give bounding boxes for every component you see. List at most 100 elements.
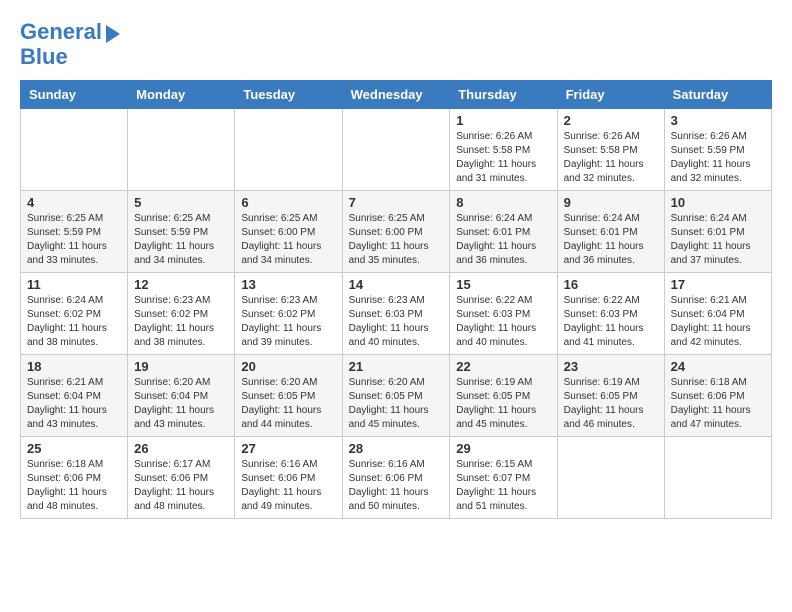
day-info: Sunrise: 6:16 AM Sunset: 6:06 PM Dayligh… — [241, 458, 335, 514]
day-info: Sunrise: 6:22 AM Sunset: 6:03 PM Dayligh… — [456, 294, 550, 350]
col-header-monday: Monday — [128, 81, 235, 109]
day-info: Sunrise: 6:25 AM Sunset: 6:00 PM Dayligh… — [241, 212, 335, 268]
day-number: 7 — [349, 195, 444, 210]
day-info: Sunrise: 6:23 AM Sunset: 6:02 PM Dayligh… — [134, 294, 228, 350]
calendar-cell: 15 Sunrise: 6:22 AM Sunset: 6:03 PM Dayli… — [450, 273, 557, 355]
day-info: Sunrise: 6:24 AM Sunset: 6:01 PM Dayligh… — [456, 212, 550, 268]
day-number: 17 — [671, 277, 765, 292]
calendar-cell: 25Sunrise: 6:18 AM Sunset: 6:06 PM Dayli… — [21, 437, 128, 519]
day-info: Sunrise: 6:25 AM Sunset: 5:59 PM Dayligh… — [134, 212, 228, 268]
day-info: Sunrise: 6:20 AM Sunset: 6:05 PM Dayligh… — [241, 376, 335, 432]
calendar-week-4: 18 Sunrise: 6:21 AM Sunset: 6:04 PM Dayli… — [21, 355, 772, 437]
calendar-cell: 8 Sunrise: 6:24 AM Sunset: 6:01 PM Daylig… — [450, 191, 557, 273]
calendar-cell: 19 Sunrise: 6:20 AM Sunset: 6:04 PM Dayli… — [128, 355, 235, 437]
day-info: Sunrise: 6:23 AM Sunset: 6:03 PM Dayligh… — [349, 294, 444, 350]
day-number: 16 — [564, 277, 658, 292]
day-number: 2 — [564, 113, 658, 128]
calendar-cell: 21Sunrise: 6:20 AM Sunset: 6:05 PM Dayli… — [342, 355, 450, 437]
day-info: Sunrise: 6:19 AM Sunset: 6:05 PM Dayligh… — [456, 376, 550, 432]
day-number: 27 — [241, 441, 335, 456]
day-number: 12 — [134, 277, 228, 292]
day-number: 22 — [456, 359, 550, 374]
day-number: 26 — [134, 441, 228, 456]
calendar-cell: 3Sunrise: 6:26 AM Sunset: 5:59 PM Daylig… — [664, 109, 771, 191]
day-info: Sunrise: 6:24 AM Sunset: 6:01 PM Dayligh… — [564, 212, 658, 268]
col-header-thursday: Thursday — [450, 81, 557, 109]
day-info: Sunrise: 6:17 AM Sunset: 6:06 PM Dayligh… — [134, 458, 228, 514]
day-info: Sunrise: 6:20 AM Sunset: 6:04 PM Dayligh… — [134, 376, 228, 432]
calendar-cell: 13 Sunrise: 6:23 AM Sunset: 6:02 PM Dayli… — [235, 273, 342, 355]
day-number: 13 — [241, 277, 335, 292]
col-header-friday: Friday — [557, 81, 664, 109]
calendar-cell: 20 Sunrise: 6:20 AM Sunset: 6:05 PM Dayli… — [235, 355, 342, 437]
calendar-cell — [557, 437, 664, 519]
calendar-week-1: 1 Sunrise: 6:26 AM Sunset: 5:58 PM Daylig… — [21, 109, 772, 191]
calendar-cell: 2 Sunrise: 6:26 AM Sunset: 5:58 PM Daylig… — [557, 109, 664, 191]
day-number: 19 — [134, 359, 228, 374]
calendar-cell: 10 Sunrise: 6:24 AM Sunset: 6:01 PM Dayli… — [664, 191, 771, 273]
calendar-week-3: 11Sunrise: 6:24 AM Sunset: 6:02 PM Dayli… — [21, 273, 772, 355]
day-info: Sunrise: 6:26 AM Sunset: 5:58 PM Dayligh… — [564, 130, 658, 186]
day-info: Sunrise: 6:15 AM Sunset: 6:07 PM Dayligh… — [456, 458, 550, 514]
day-number: 10 — [671, 195, 765, 210]
day-number: 4 — [27, 195, 121, 210]
day-number: 23 — [564, 359, 658, 374]
calendar-header: SundayMondayTuesdayWednesdayThursdayFrid… — [21, 81, 772, 109]
calendar-cell: 14Sunrise: 6:23 AM Sunset: 6:03 PM Dayli… — [342, 273, 450, 355]
logo-blue: Blue — [20, 44, 120, 70]
calendar-cell: 29 Sunrise: 6:15 AM Sunset: 6:07 PM Dayli… — [450, 437, 557, 519]
calendar-week-2: 4 Sunrise: 6:25 AM Sunset: 5:59 PM Daylig… — [21, 191, 772, 273]
logo-arrow-icon — [106, 25, 120, 43]
calendar-cell — [342, 109, 450, 191]
calendar-cell: 26 Sunrise: 6:17 AM Sunset: 6:06 PM Dayli… — [128, 437, 235, 519]
day-number: 5 — [134, 195, 228, 210]
calendar-cell: 11Sunrise: 6:24 AM Sunset: 6:02 PM Dayli… — [21, 273, 128, 355]
calendar-cell: 23 Sunrise: 6:19 AM Sunset: 6:05 PM Dayli… — [557, 355, 664, 437]
calendar-cell — [21, 109, 128, 191]
day-info: Sunrise: 6:22 AM Sunset: 6:03 PM Dayligh… — [564, 294, 658, 350]
day-number: 25 — [27, 441, 121, 456]
day-info: Sunrise: 6:18 AM Sunset: 6:06 PM Dayligh… — [671, 376, 765, 432]
calendar-cell — [128, 109, 235, 191]
col-header-saturday: Saturday — [664, 81, 771, 109]
calendar-cell: 5 Sunrise: 6:25 AM Sunset: 5:59 PM Daylig… — [128, 191, 235, 273]
day-info: Sunrise: 6:23 AM Sunset: 6:02 PM Dayligh… — [241, 294, 335, 350]
day-number: 28 — [349, 441, 444, 456]
calendar-cell: 9 Sunrise: 6:24 AM Sunset: 6:01 PM Daylig… — [557, 191, 664, 273]
page-header: General Blue — [20, 20, 772, 70]
calendar-cell: 18 Sunrise: 6:21 AM Sunset: 6:04 PM Dayli… — [21, 355, 128, 437]
logo-text: General — [20, 20, 102, 44]
calendar-table: SundayMondayTuesdayWednesdayThursdayFrid… — [20, 80, 772, 519]
calendar-cell: 17 Sunrise: 6:21 AM Sunset: 6:04 PM Dayli… — [664, 273, 771, 355]
calendar-cell — [235, 109, 342, 191]
col-header-tuesday: Tuesday — [235, 81, 342, 109]
day-number: 8 — [456, 195, 550, 210]
day-info: Sunrise: 6:26 AM Sunset: 5:58 PM Dayligh… — [456, 130, 550, 186]
day-number: 15 — [456, 277, 550, 292]
day-number: 18 — [27, 359, 121, 374]
calendar-cell: 22 Sunrise: 6:19 AM Sunset: 6:05 PM Dayli… — [450, 355, 557, 437]
logo: General Blue — [20, 20, 120, 70]
calendar-cell: 27 Sunrise: 6:16 AM Sunset: 6:06 PM Dayli… — [235, 437, 342, 519]
calendar-cell — [664, 437, 771, 519]
day-number: 29 — [456, 441, 550, 456]
day-number: 21 — [349, 359, 444, 374]
col-header-sunday: Sunday — [21, 81, 128, 109]
day-info: Sunrise: 6:16 AM Sunset: 6:06 PM Dayligh… — [349, 458, 444, 514]
day-number: 1 — [456, 113, 550, 128]
day-number: 20 — [241, 359, 335, 374]
calendar-week-5: 25Sunrise: 6:18 AM Sunset: 6:06 PM Dayli… — [21, 437, 772, 519]
day-info: Sunrise: 6:24 AM Sunset: 6:02 PM Dayligh… — [27, 294, 121, 350]
calendar-cell: 7Sunrise: 6:25 AM Sunset: 6:00 PM Daylig… — [342, 191, 450, 273]
day-number: 6 — [241, 195, 335, 210]
day-info: Sunrise: 6:21 AM Sunset: 6:04 PM Dayligh… — [671, 294, 765, 350]
day-number: 24 — [671, 359, 765, 374]
calendar-cell: 4 Sunrise: 6:25 AM Sunset: 5:59 PM Daylig… — [21, 191, 128, 273]
day-info: Sunrise: 6:19 AM Sunset: 6:05 PM Dayligh… — [564, 376, 658, 432]
day-info: Sunrise: 6:21 AM Sunset: 6:04 PM Dayligh… — [27, 376, 121, 432]
col-header-wednesday: Wednesday — [342, 81, 450, 109]
day-info: Sunrise: 6:25 AM Sunset: 5:59 PM Dayligh… — [27, 212, 121, 268]
calendar-cell: 12 Sunrise: 6:23 AM Sunset: 6:02 PM Dayli… — [128, 273, 235, 355]
day-number: 9 — [564, 195, 658, 210]
day-info: Sunrise: 6:24 AM Sunset: 6:01 PM Dayligh… — [671, 212, 765, 268]
